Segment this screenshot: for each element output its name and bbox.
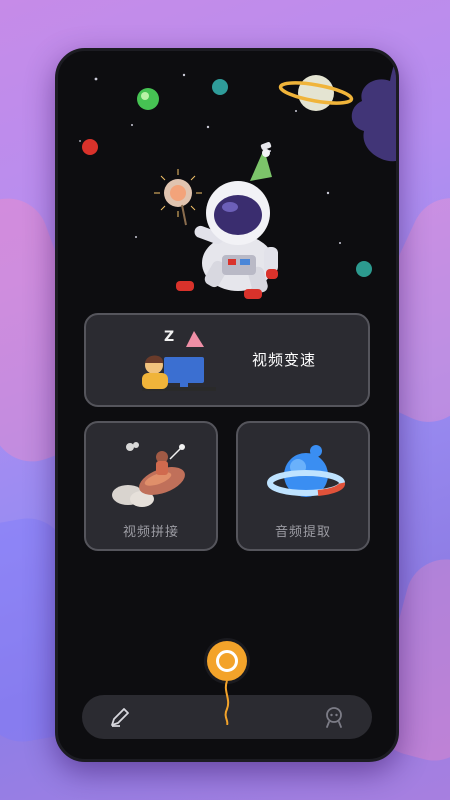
purple-cloud — [351, 51, 396, 162]
blue-planet-illustration — [267, 445, 346, 497]
green-orb — [137, 88, 159, 110]
hero-illustration — [58, 51, 396, 311]
teal-orb — [212, 79, 228, 95]
phone-frame: Z 视频变速 视频拼接 音频提取 — [55, 48, 399, 762]
red-orb — [82, 139, 98, 155]
teal-orb-small — [356, 261, 372, 277]
audio-extract-card[interactable]: 音频提取 — [236, 421, 370, 551]
video-speed-label: 视频变速 — [252, 351, 317, 369]
saturn-planet — [278, 75, 354, 111]
astronaut-space-illustration — [79, 51, 396, 299]
sparkler — [154, 169, 202, 226]
astronaut-character — [176, 142, 278, 299]
sleeping-person-illustration: Z — [142, 329, 216, 391]
audio-extract-label: 音频提取 — [274, 525, 331, 540]
rocket-rider-illustration — [112, 442, 185, 507]
profile-icon[interactable] — [322, 705, 346, 729]
svg-text:Z: Z — [164, 329, 174, 345]
video-speed-card[interactable]: Z 视频变速 — [84, 313, 370, 407]
record-button[interactable] — [207, 641, 247, 681]
video-splice-label: 视频拼接 — [122, 525, 179, 540]
camera-record-icon — [216, 650, 238, 672]
edit-icon[interactable] — [108, 705, 132, 729]
video-splice-card[interactable]: 视频拼接 — [84, 421, 218, 551]
balloon-string-decoration — [224, 681, 230, 725]
